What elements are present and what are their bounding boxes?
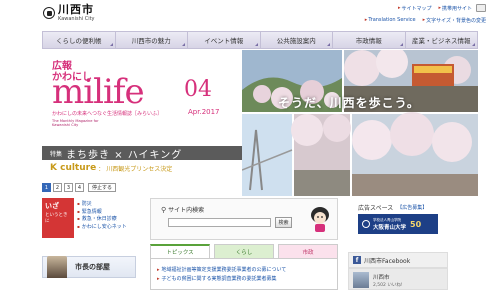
feature-tag: 特集 <box>50 150 63 158</box>
mobile-icon[interactable] <box>476 4 486 12</box>
slide-page-2[interactable]: 2 <box>53 183 62 192</box>
nav-item-events[interactable]: イベント情報 <box>188 31 261 49</box>
disaster-link[interactable]: 防災 <box>77 200 127 208</box>
logo-name-en: Kawanishi City <box>58 16 95 22</box>
magazine-cover: 広報 かわにし milife 04 Apr.2017 かわにしの未来へつなぐ生活… <box>42 50 242 196</box>
ad-banner[interactable]: 学校法人青山学院 大阪青山大学 50 <box>358 214 438 234</box>
magazine-subtitle: The Monthly Magazine for Kawanishi City <box>52 119 99 128</box>
search-button[interactable]: 検索 <box>275 217 292 228</box>
nav-item-business[interactable]: 産業・ビジネス情報 <box>405 31 478 49</box>
magazine-tagline: かわにしの未来へつなぐ生活情報誌［みらいふ］ <box>52 111 163 117</box>
facebook-widget[interactable]: 川西市 2,502 いいね! <box>348 268 448 290</box>
facebook-title: 川西市Facebook <box>364 257 411 265</box>
cherry-blossom-photos <box>242 50 478 196</box>
k-culture-title: K culture <box>50 163 97 173</box>
nav-item-shisei[interactable]: 市政情報 <box>333 31 406 49</box>
mayor-photo <box>47 256 67 278</box>
facebook-like-count: 2,502 いいね! <box>373 283 403 288</box>
nav-item-facilities[interactable]: 公共施設案内 <box>260 31 333 49</box>
anshin-net-link[interactable]: かわにし安心ネット <box>77 223 127 231</box>
emergency-subtitle: というときに <box>45 213 68 224</box>
slide-page-1[interactable]: 1 <box>42 183 51 192</box>
issue-date: Apr.2017 <box>188 108 220 116</box>
global-nav: くらしの便利帳 川西市の魅力 イベント情報 公共施設案内 市政情報 産業・ビジネ… <box>42 31 478 49</box>
news-item[interactable]: 地域福祉計画等策定支援業務委託事業者の公募について <box>157 265 331 274</box>
search-input[interactable] <box>168 218 271 227</box>
tab-topics[interactable]: トピックス <box>150 244 210 258</box>
k-culture-sep: ： <box>98 165 105 173</box>
hero-banner[interactable]: 広報 かわにし milife 04 Apr.2017 かわにしの未来へつなぐ生活… <box>42 50 478 196</box>
logo-name-jp: 川西市 <box>58 3 94 16</box>
slide-page-3[interactable]: 3 <box>64 183 73 192</box>
mascot-icon <box>311 207 329 232</box>
site-logo[interactable]: 川西市 Kawanishi City <box>43 4 95 22</box>
site-header: 川西市 Kawanishi City サイトマップ 携帯用サイト Transla… <box>0 0 486 28</box>
news-list: 地域福祉計画等策定支援業務委託事業者の公募について 子どもの貧困に関する実態調査… <box>150 258 338 290</box>
news-item[interactable]: 子どもの貧困に関する実態調査業務の委託業者募集 <box>157 274 331 283</box>
mobile-site-link[interactable]: 携帯用サイト <box>438 5 472 12</box>
university-logo-icon <box>362 220 370 228</box>
feature-text: まち歩き × ハイキング <box>66 149 183 161</box>
tab-kurashi[interactable]: くらし <box>214 244 274 258</box>
holiday-clinic-link[interactable]: 救急・休日診療 <box>77 215 127 223</box>
translation-link[interactable]: Translation Service <box>365 17 415 23</box>
news-tabs: トピックス くらし 市政 <box>150 244 338 258</box>
magazine-title: milife <box>52 72 145 112</box>
mayor-room-banner[interactable]: 市長の部屋 <box>42 256 136 278</box>
header-utility-links: サイトマップ 携帯用サイト Translation Service 文字サイズ・… <box>326 3 486 27</box>
ad-anniversary-badge: 50 <box>410 219 422 229</box>
emergency-info-link[interactable]: 緊急情報 <box>77 208 127 216</box>
hero-photo-collage: そうだ、川西を歩こう。 <box>242 50 478 196</box>
ad-space-title: 広告スペース <box>358 205 394 212</box>
search-heading: ⚲ サイト内検索 <box>161 205 205 215</box>
emergency-links: 防災 緊急情報 救急・休日診療 かわにし安心ネット <box>77 200 127 230</box>
sitemap-link[interactable]: サイトマップ <box>398 5 431 12</box>
hero-slogan: そうだ、川西を歩こう。 <box>278 96 420 110</box>
font-size-link[interactable]: 文字サイズ・背景色の変更 <box>423 17 486 24</box>
k-culture-text: 川西観光プリンセス決定 <box>106 165 173 173</box>
k-culture-line: K culture ： 川西観光プリンセス決定 <box>42 162 242 174</box>
search-title: サイト内検索 <box>168 207 205 214</box>
ad-name: 大阪青山大学 <box>373 224 407 231</box>
facebook-icon: f <box>353 256 361 264</box>
slideshow-pager: 1 2 3 4 停止する <box>42 183 117 192</box>
facebook-page-name: 川西市 <box>373 275 390 281</box>
ad-space-heading: 広告スペース 【広告募集】 <box>358 203 427 212</box>
tab-shisei[interactable]: 市政 <box>278 244 338 258</box>
facebook-header[interactable]: f 川西市Facebook <box>348 252 448 268</box>
kouhou-label: 広報 <box>52 61 72 72</box>
emergency-title: いざ <box>45 202 59 210</box>
issue-number: 04 <box>184 77 212 102</box>
search-icon: ⚲ <box>161 205 167 214</box>
slideshow-stop-button[interactable]: 停止する <box>88 183 117 192</box>
emergency-box: いざ というときに <box>42 198 74 238</box>
city-emblem-icon <box>43 7 55 19</box>
site-search: ⚲ サイト内検索 検索 <box>150 198 338 240</box>
slide-page-4[interactable]: 4 <box>75 183 84 192</box>
facebook-page-thumbnail <box>353 272 369 288</box>
mayor-room-label: 市長の部屋 <box>75 263 110 271</box>
nav-item-benricho[interactable]: くらしの便利帳 <box>42 31 116 49</box>
feature-band: 特集 まち歩き × ハイキング <box>42 146 242 161</box>
nav-item-miryoku[interactable]: 川西市の魅力 <box>115 31 188 49</box>
ad-recruit-link[interactable]: 【広告募集】 <box>397 204 427 211</box>
